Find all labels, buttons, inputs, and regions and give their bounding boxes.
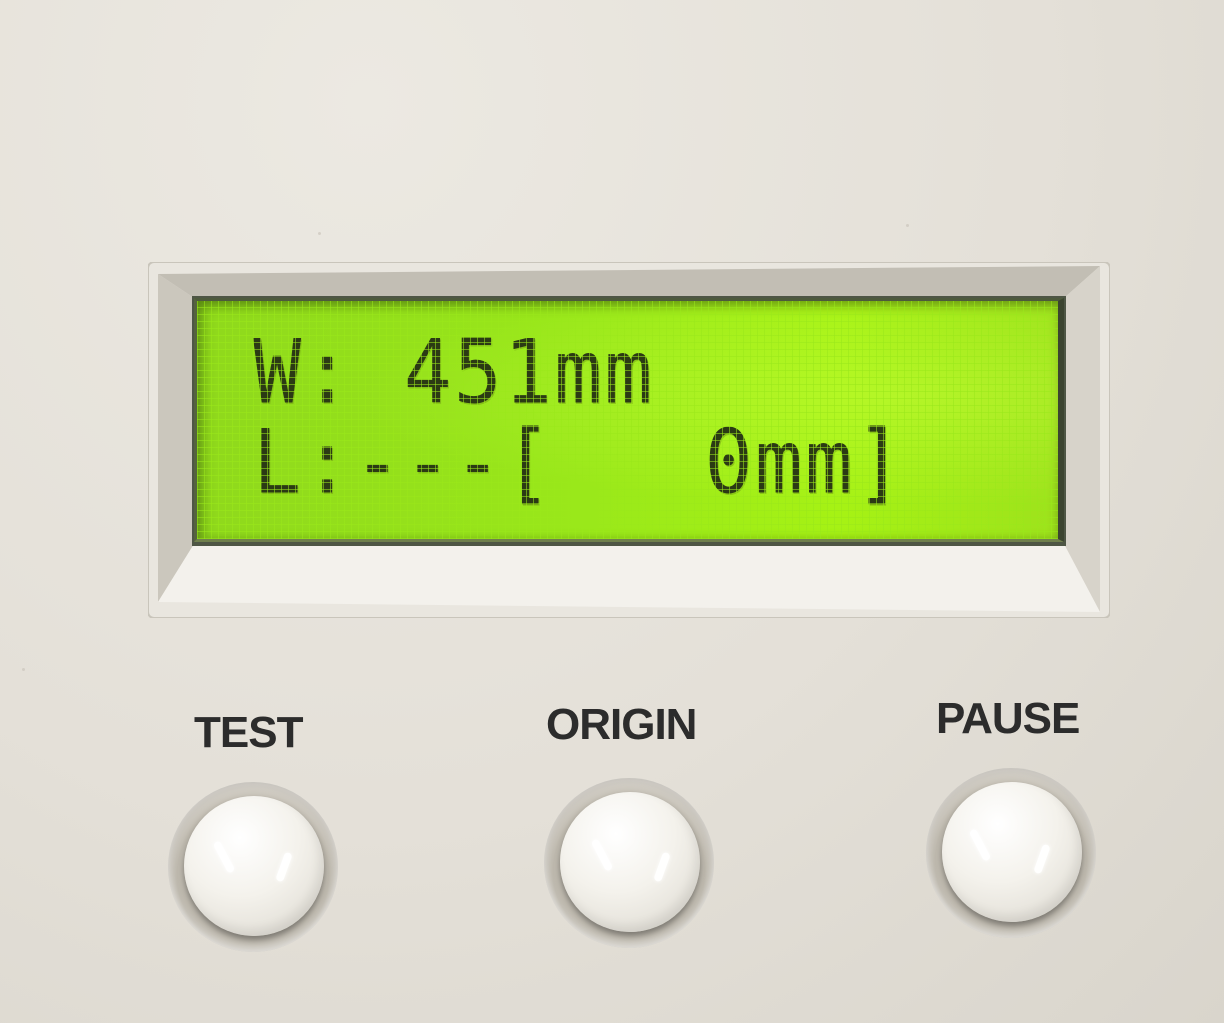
surface-speck: [906, 224, 909, 227]
test-button[interactable]: [184, 796, 324, 936]
test-button-well: [168, 782, 338, 952]
origin-label: ORIGIN: [546, 700, 697, 749]
button-highlight: [275, 851, 293, 883]
surface-speck: [22, 668, 25, 671]
button-highlight: [968, 828, 992, 862]
control-panel: W: 451mm L:---[ 0mm] TEST ORIGIN PAUSE: [0, 0, 1224, 1023]
lcd-length-readout: L:---[ 0mm]: [253, 411, 906, 514]
pause-button[interactable]: [942, 782, 1082, 922]
button-highlight: [212, 840, 236, 874]
surface-speck: [318, 232, 321, 235]
pause-label: PAUSE: [936, 694, 1080, 743]
button-highlight: [1033, 843, 1051, 875]
lcd-width-readout: W: 451mm: [253, 321, 655, 424]
button-highlight: [590, 838, 614, 872]
test-label: TEST: [194, 708, 303, 757]
origin-button-well: [544, 778, 714, 948]
button-highlight: [653, 851, 671, 883]
origin-button[interactable]: [560, 792, 700, 932]
pause-button-well: [926, 768, 1096, 938]
lcd-display: W: 451mm L:---[ 0mm]: [194, 298, 1064, 542]
